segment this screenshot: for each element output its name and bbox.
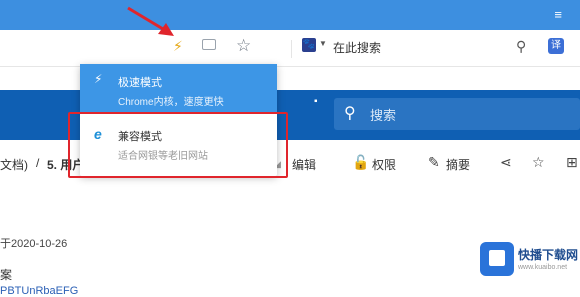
menu-icon[interactable]: ≡	[554, 8, 562, 21]
permissions-button[interactable]: 权限	[372, 156, 396, 173]
star-icon[interactable]: ☆	[236, 36, 251, 56]
annotation-arrow	[127, 6, 174, 36]
breadcrumb-separator: /	[36, 156, 40, 170]
site-search-input[interactable]: 搜索	[370, 105, 396, 124]
search-icon: ⚲	[344, 105, 356, 122]
site-search-box[interactable]: ⚲ 搜索	[334, 98, 580, 130]
watermark-url: www.kuaibo.net	[518, 264, 568, 271]
breadcrumb[interactable]: 文档)	[0, 156, 28, 173]
watermark-logo-icon	[480, 242, 514, 276]
header-indicator: ▪	[314, 96, 318, 107]
share-icon[interactable]: ⋖	[500, 154, 512, 171]
summary-icon: ✎	[428, 154, 440, 170]
fast-mode-item[interactable]: ⚡ 极速模式 Chrome内核，速度更快	[80, 64, 277, 112]
watermark-title: 快播下载网	[518, 248, 579, 262]
toolbar-divider	[291, 40, 292, 58]
edit-button[interactable]: 编辑	[292, 156, 316, 173]
chevron-down-icon[interactable]: ▼	[319, 39, 327, 48]
browser-titlebar: ≡	[0, 0, 580, 30]
reader-mode-icon[interactable]	[202, 39, 216, 50]
search-input[interactable]: 在此搜索	[333, 39, 381, 56]
lightning-icon: ⚡	[94, 72, 103, 86]
publish-date: 于2020-10-26	[0, 238, 68, 250]
translate-icon[interactable]: 译	[548, 38, 564, 54]
more-icon[interactable]: ⊞	[566, 154, 578, 171]
favorite-icon[interactable]: ☆	[532, 154, 545, 171]
content-link[interactable]: PBTUnRbaEFG	[0, 285, 78, 297]
search-engine-icon[interactable]: 🐾	[302, 38, 316, 52]
content-text: 案	[0, 268, 13, 282]
summary-button[interactable]: 摘要	[446, 156, 470, 173]
browser-toolbar: ⚡ ☆ 🐾 ▼ 在此搜索 ⚲ 译	[0, 30, 580, 67]
site-watermark: 快播下载网 www.kuaibo.net	[476, 240, 580, 284]
fast-mode-title: 极速模式	[118, 77, 162, 89]
fast-mode-subtitle: Chrome内核，速度更快	[118, 97, 224, 108]
lock-icon: 🔓	[352, 154, 370, 170]
search-icon[interactable]: ⚲	[516, 38, 526, 55]
annotation-highlight-box	[68, 112, 288, 178]
